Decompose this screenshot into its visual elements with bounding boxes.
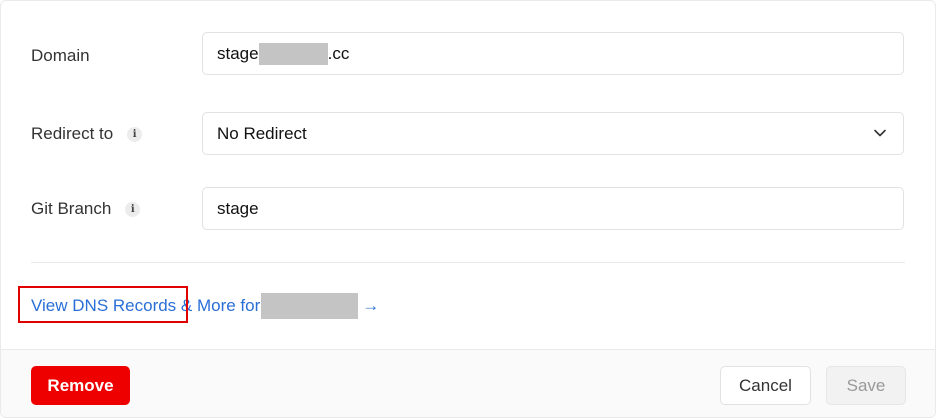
redacted-block (261, 293, 359, 319)
info-icon[interactable]: i (127, 126, 143, 142)
divider (31, 262, 905, 263)
git-branch-input[interactable]: stage (202, 187, 904, 230)
footer-bar: Remove Cancel Save (1, 349, 935, 417)
remove-button[interactable]: Remove (31, 366, 130, 405)
dns-link-text-more: & More for (176, 296, 261, 315)
domain-value-prefix: stage (217, 43, 259, 63)
domain-input[interactable]: stage .cc (202, 32, 904, 75)
domain-label: Domain (31, 46, 90, 66)
git-branch-value: stage (217, 198, 259, 218)
git-branch-label-text: Git Branch (31, 199, 112, 218)
domain-value-suffix: .cc (327, 43, 350, 63)
redirect-select[interactable]: No Redirect (202, 112, 904, 155)
redirect-label: Redirect to i (31, 124, 143, 144)
domain-settings-card: Domain stage .cc Redirect to i No Redire… (0, 0, 936, 418)
chevron-down-icon (874, 129, 886, 137)
domain-label-text: Domain (31, 46, 90, 65)
info-icon[interactable]: i (125, 201, 141, 217)
redirect-label-text: Redirect to (31, 124, 114, 143)
highlight-box (18, 286, 188, 323)
arrow-right-icon: → (362, 296, 380, 315)
git-branch-label: Git Branch i (31, 199, 141, 219)
redacted-block (258, 42, 328, 65)
cancel-button[interactable]: Cancel (720, 366, 811, 405)
redirect-selected-value: No Redirect (217, 123, 307, 143)
save-button[interactable]: Save (826, 366, 906, 405)
